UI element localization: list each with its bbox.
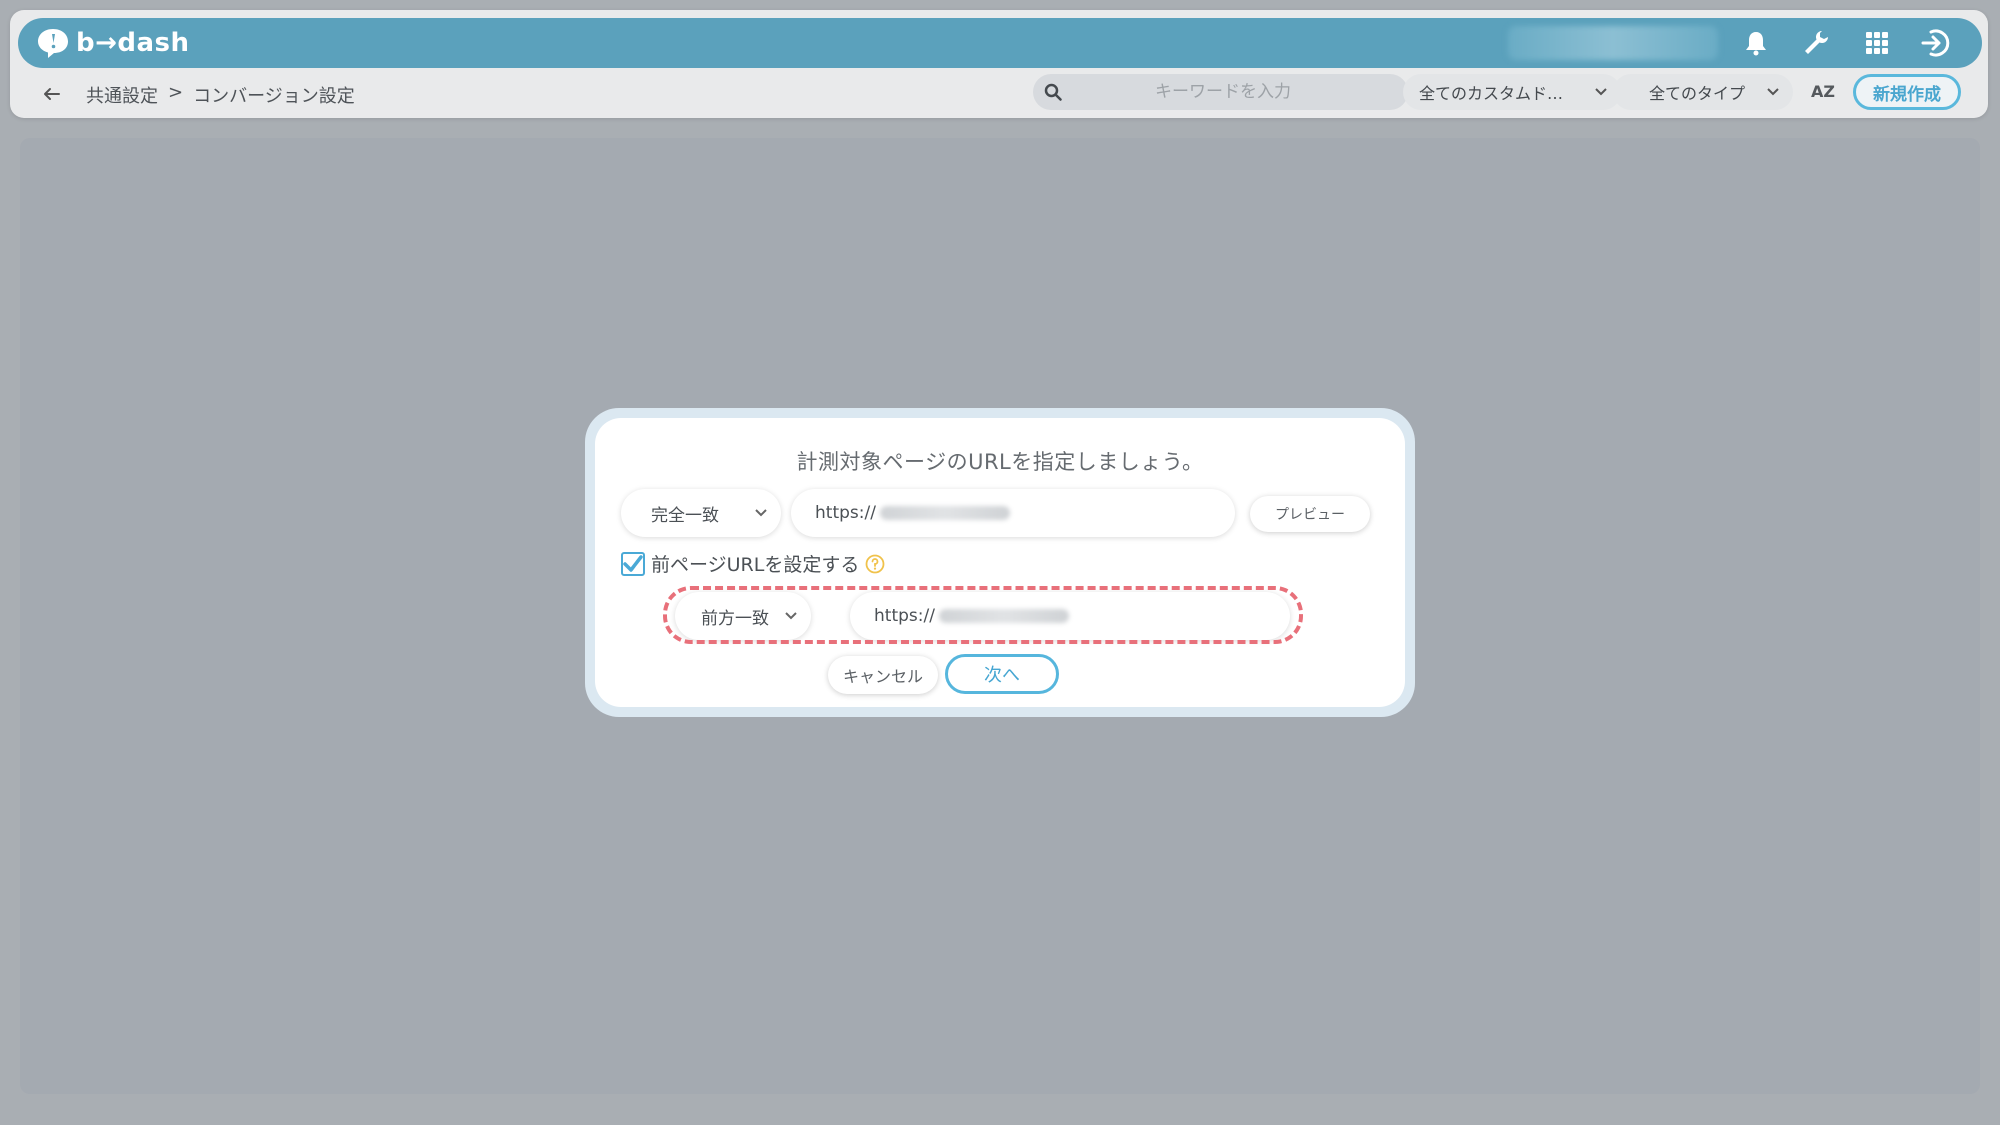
logo-bubble-icon: [38, 29, 68, 58]
breadcrumb: 共通設定 > コンバージョン設定: [86, 82, 355, 108]
top-navigation-bar: b→dash: [18, 18, 1982, 68]
app-logo[interactable]: b→dash: [36, 26, 190, 60]
search-icon: [1033, 83, 1073, 101]
help-icon[interactable]: [865, 554, 885, 574]
dashed-highlight-annotation: [663, 586, 1303, 644]
new-create-button[interactable]: 新規作成: [1853, 74, 1961, 110]
prev-url-checkbox-label[interactable]: 前ページURLを設定する: [651, 550, 859, 577]
chevron-down-icon: [1595, 88, 1607, 96]
search-box: [1033, 74, 1408, 110]
chevron-down-icon: [755, 509, 767, 517]
url-setup-modal: 計測対象ページのURLを指定しましょう。 完全一致 https:// プレビュー…: [595, 418, 1405, 707]
custom-filter-select[interactable]: 全てのカスタムド…: [1403, 74, 1621, 110]
preview-button[interactable]: プレビュー: [1250, 496, 1370, 532]
breadcrumb-separator: >: [168, 82, 184, 103]
url-input[interactable]: https://: [791, 489, 1235, 537]
match-type-label: 完全一致: [651, 505, 719, 526]
type-filter-select[interactable]: 全てのタイプ: [1613, 74, 1793, 110]
logout-icon[interactable]: [1921, 27, 1953, 59]
url-setup-modal-frame: 計測対象ページのURLを指定しましょう。 完全一致 https:// プレビュー…: [585, 408, 1415, 717]
breadcrumb-current: コンバージョン設定: [193, 86, 355, 107]
prev-url-checkbox-row: 前ページURLを設定する: [621, 550, 885, 577]
next-button[interactable]: 次へ: [945, 654, 1059, 694]
chevron-down-icon: [1767, 88, 1779, 96]
match-type-select[interactable]: 完全一致: [621, 489, 781, 537]
cancel-button[interactable]: キャンセル: [828, 656, 938, 694]
type-filter-label: 全てのタイプ: [1649, 84, 1746, 103]
search-input[interactable]: [1073, 82, 1373, 102]
custom-filter-label: 全てのカスタムド…: [1419, 84, 1564, 103]
wrench-icon[interactable]: [1800, 27, 1832, 59]
logo-text: b→dash: [76, 28, 190, 58]
url-domain-blurred: [879, 506, 1010, 520]
back-arrow-icon[interactable]: [38, 80, 66, 108]
checkmark-icon: [623, 554, 643, 572]
bell-icon[interactable]: [1740, 27, 1772, 59]
sub-toolbar: 共通設定 > コンバージョン設定 全てのカスタムド… 全てのタイプ AZ 新規作…: [18, 74, 1982, 114]
modal-title: 計測対象ページのURLを指定しましょう。: [796, 450, 1204, 474]
breadcrumb-parent[interactable]: 共通設定: [86, 82, 158, 108]
grid-icon[interactable]: [1861, 27, 1893, 59]
prev-url-checkbox[interactable]: [621, 551, 645, 576]
user-name-blurred: [1508, 26, 1718, 60]
sort-az-icon[interactable]: AZ: [1811, 82, 1835, 101]
url-prefix: https://: [815, 503, 876, 523]
